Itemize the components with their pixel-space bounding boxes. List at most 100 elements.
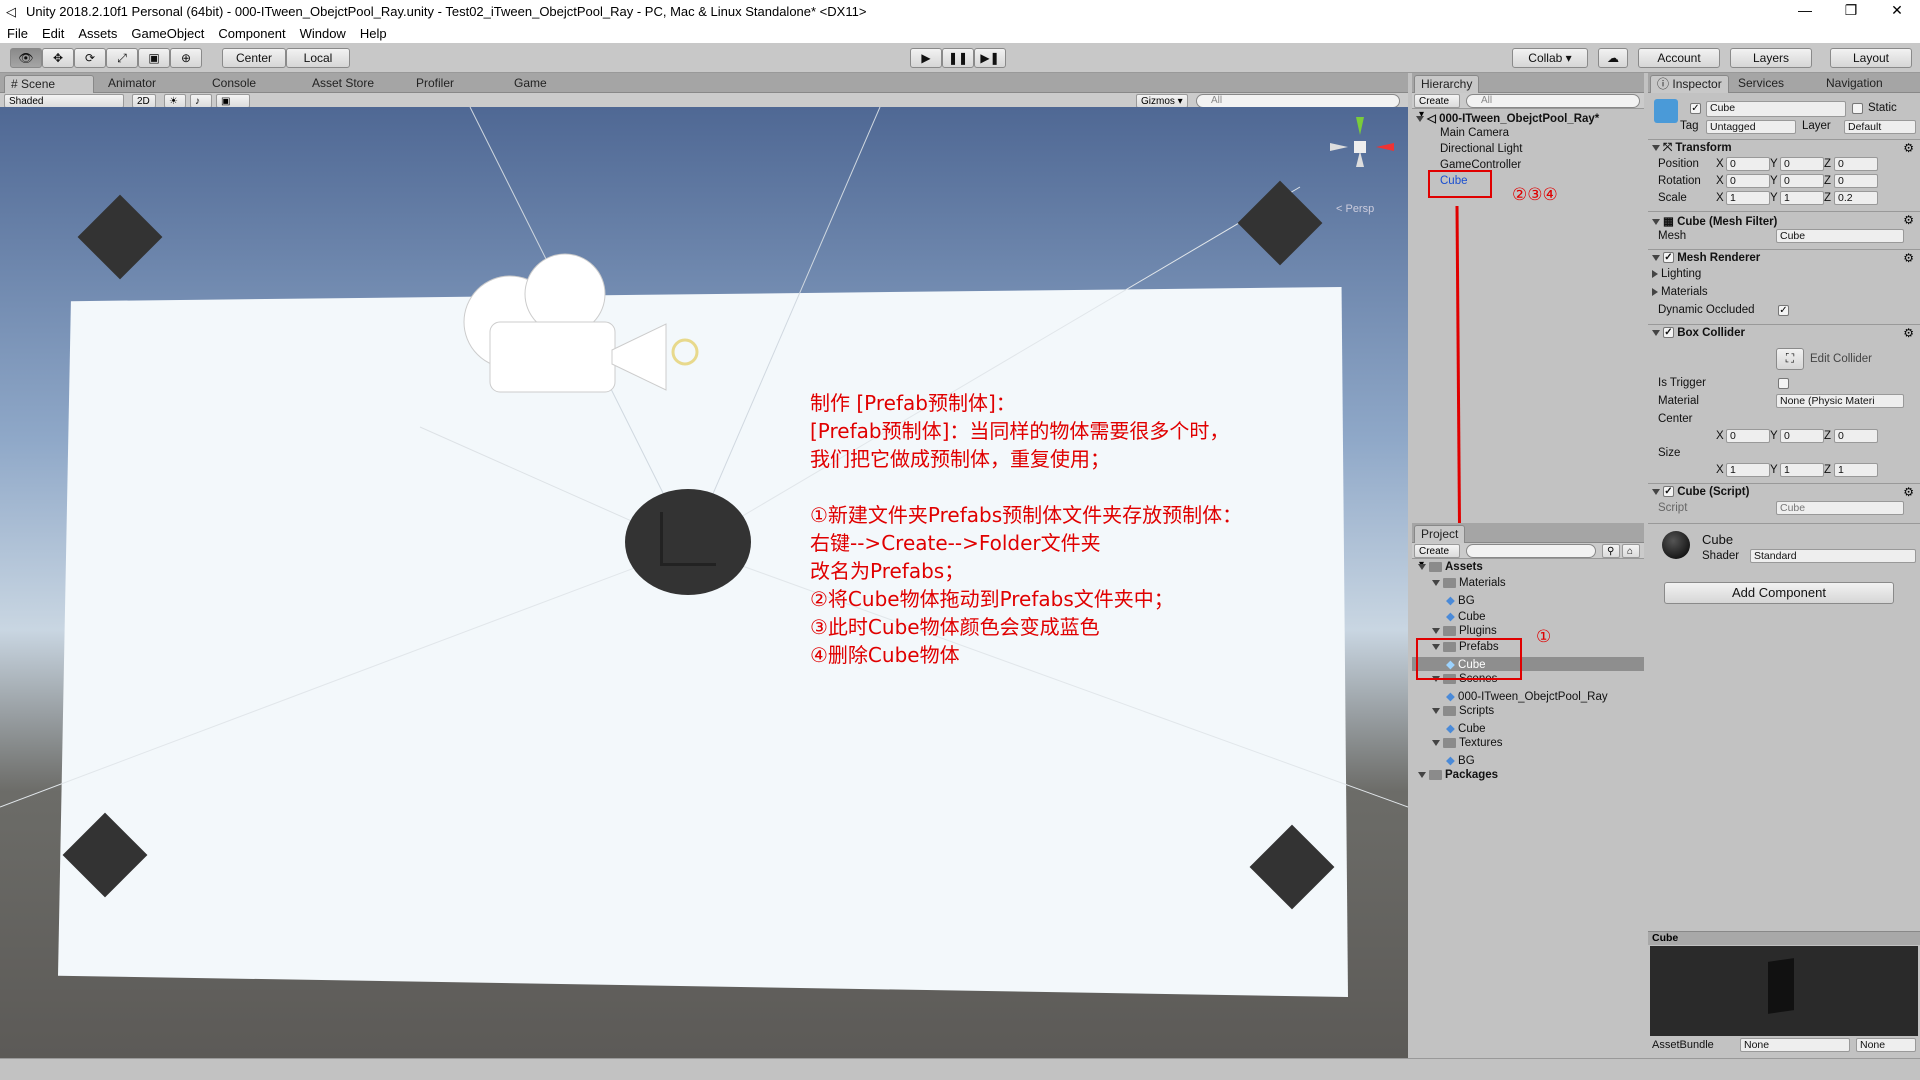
filter-type-button[interactable]: ⚲ (1602, 544, 1620, 558)
axis-z-field[interactable]: 0 (1834, 174, 1878, 188)
axis-y-field[interactable]: 1 (1780, 463, 1824, 477)
tab-inspector[interactable]: ⓘ Inspector (1650, 75, 1729, 93)
move-tool-button[interactable]: ✥ (42, 48, 74, 68)
edit-collider-button[interactable]: ⛶ (1776, 348, 1804, 370)
gear-icon[interactable]: ⚙ (1903, 326, 1914, 340)
draw-mode-dropdown[interactable]: Shaded (4, 94, 124, 108)
scene-root[interactable]: ◁ 000-ITween_ObejctPool_Ray* (1416, 111, 1599, 125)
rotate-tool-button[interactable]: ⟳ (74, 48, 106, 68)
pivot-local-button[interactable]: Local (286, 48, 350, 68)
audio-toggle[interactable]: ♪ (190, 94, 212, 108)
gizmos-dropdown[interactable]: Gizmos ▾ (1136, 94, 1188, 108)
project-tree-item[interactable]: Scripts (1412, 705, 1644, 717)
hierarchy-search-input[interactable]: All (1466, 94, 1640, 108)
gear-icon[interactable]: ⚙ (1903, 251, 1914, 265)
axis-y-field[interactable]: 0 (1780, 174, 1824, 188)
project-tree-item[interactable]: Plugins (1412, 625, 1644, 637)
axis-x-field[interactable]: 0 (1726, 157, 1770, 171)
assetbundle-variant-dropdown[interactable]: None (1856, 1038, 1916, 1052)
menu-window[interactable]: Window (293, 26, 353, 41)
axis-z-field[interactable]: 1 (1834, 463, 1878, 477)
box-collider-header[interactable]: ✓ Box Collider ⚙ (1648, 324, 1920, 342)
axis-x-field[interactable]: 1 (1726, 191, 1770, 205)
gear-icon[interactable]: ⚙ (1903, 213, 1914, 227)
menu-help[interactable]: Help (353, 26, 394, 41)
enabled-checkbox[interactable]: ✓ (1663, 252, 1674, 264)
tab-hierarchy[interactable]: Hierarchy (1414, 75, 1480, 93)
tab-project[interactable]: Project (1414, 525, 1466, 543)
scale-tool-button[interactable]: ⤢ (106, 48, 138, 68)
orientation-gizmo[interactable] (1320, 107, 1400, 187)
dynamic-occluded-checkbox[interactable]: ✓ (1778, 305, 1789, 316)
axis-y-field[interactable]: 1 (1780, 191, 1824, 205)
step-button[interactable]: ▶❚ (974, 48, 1006, 68)
preview-area[interactable] (1650, 946, 1918, 1036)
axis-y-field[interactable]: 0 (1780, 157, 1824, 171)
effects-dropdown[interactable]: ▣ (216, 94, 250, 108)
preview-header[interactable]: Cube (1648, 931, 1920, 945)
shader-dropdown[interactable]: Standard (1750, 549, 1916, 563)
tab-animator[interactable]: Animator (102, 75, 162, 93)
axis-z-field[interactable]: 0 (1834, 157, 1878, 171)
mesh-filter-header[interactable]: ▦ Cube (Mesh Filter) ⚙ (1648, 211, 1920, 229)
close-button[interactable]: ✕ (1874, 0, 1920, 23)
hierarchy-item-main-camera[interactable]: Main Camera (1440, 127, 1509, 139)
enabled-checkbox[interactable]: ✓ (1663, 327, 1674, 339)
maximize-button[interactable]: ❐ (1828, 0, 1874, 23)
script-header[interactable]: ✓ Cube (Script) ⚙ (1648, 483, 1920, 501)
layout-dropdown[interactable]: Layout (1830, 48, 1912, 68)
project-tree-item[interactable]: ◆ BG (1412, 753, 1644, 767)
enabled-checkbox[interactable]: ✓ (1663, 486, 1674, 498)
menu-gameobject[interactable]: GameObject (124, 26, 211, 41)
pivot-center-button[interactable]: Center (222, 48, 286, 68)
tab-navigation[interactable]: Navigation (1820, 75, 1889, 93)
transform-tool-button[interactable]: ⊕ (170, 48, 202, 68)
persp-label[interactable]: < Persp (1336, 203, 1374, 215)
layers-dropdown[interactable]: Layers (1730, 48, 1812, 68)
transform-header[interactable]: ⤧ Transform ⚙ (1648, 139, 1920, 157)
hierarchy-item-directional-light[interactable]: Directional Light (1440, 143, 1522, 155)
lighting-toggle[interactable]: ☀ (164, 94, 186, 108)
play-button[interactable]: ▶ (910, 48, 942, 68)
scene-view[interactable]: < Persp 制作 [Prefab预制体]： [Prefab预制体]：当同样的… (0, 107, 1408, 1058)
project-tree-item[interactable]: ◆ Cube (1412, 721, 1644, 735)
rect-tool-button[interactable]: ▣ (138, 48, 170, 68)
tab-asset-store[interactable]: Asset Store (306, 75, 380, 93)
menu-file[interactable]: File (0, 26, 35, 41)
physic-material-field[interactable]: None (Physic Materi (1776, 394, 1904, 408)
minimize-button[interactable]: — (1782, 0, 1828, 23)
layer-dropdown[interactable]: Default (1844, 120, 1916, 134)
axis-x-field[interactable]: 1 (1726, 463, 1770, 477)
axis-z-field[interactable]: 0 (1834, 429, 1878, 443)
tab-services[interactable]: Services (1732, 75, 1790, 93)
mesh-field[interactable]: Cube (1776, 229, 1904, 243)
filter-label-button[interactable]: ⌂ (1622, 544, 1640, 558)
gear-icon[interactable]: ⚙ (1903, 485, 1914, 499)
project-tree-item[interactable]: Materials (1412, 577, 1644, 589)
add-component-button[interactable]: Add Component (1664, 582, 1894, 604)
project-tree-item[interactable]: Assets (1412, 561, 1644, 573)
toggle-2d-button[interactable]: 2D (132, 94, 156, 108)
materials-foldout[interactable]: Materials (1652, 286, 1708, 298)
menu-component[interactable]: Component (211, 26, 292, 41)
hand-tool-button[interactable]: 👁 (10, 48, 42, 68)
axis-z-field[interactable]: 0.2 (1834, 191, 1878, 205)
tab-game[interactable]: Game (508, 75, 553, 93)
scene-search-input[interactable]: All (1196, 94, 1400, 108)
project-tree-item[interactable]: ◆ Cube (1412, 609, 1644, 623)
static-checkbox[interactable] (1852, 103, 1863, 114)
project-tree-item[interactable]: ◆ BG (1412, 593, 1644, 607)
hierarchy-create-button[interactable]: Create ▾ (1414, 94, 1460, 120)
tab-scene[interactable]: # Scene (4, 75, 94, 93)
project-create-button[interactable]: Create ▾ (1414, 544, 1460, 570)
gear-icon[interactable]: ⚙ (1903, 141, 1914, 155)
tag-dropdown[interactable]: Untagged (1706, 120, 1796, 134)
axis-x-field[interactable]: 0 (1726, 174, 1770, 188)
tab-profiler[interactable]: Profiler (410, 75, 460, 93)
account-dropdown[interactable]: Account (1638, 48, 1720, 68)
tab-console[interactable]: Console (206, 75, 262, 93)
mesh-renderer-header[interactable]: ✓ Mesh Renderer ⚙ (1648, 249, 1920, 267)
project-search-input[interactable] (1466, 544, 1596, 558)
axis-y-field[interactable]: 0 (1780, 429, 1824, 443)
assetbundle-dropdown[interactable]: None (1740, 1038, 1850, 1052)
